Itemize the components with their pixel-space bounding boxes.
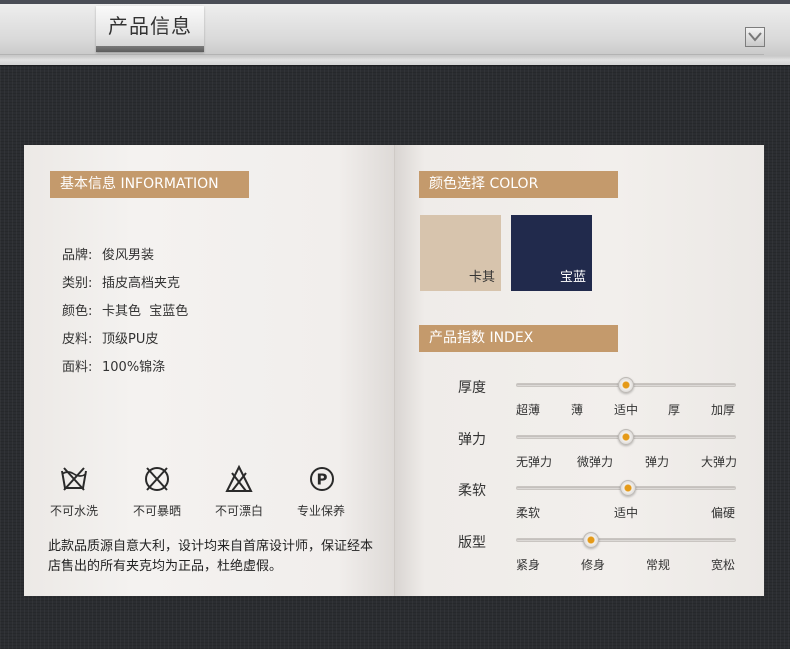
section-tab: 产品信息 — [96, 6, 204, 52]
spec-row-brand: 品牌: 俊风男装 — [62, 244, 154, 263]
section-title: 产品信息 — [108, 14, 192, 38]
swatch-label: 宝蓝 — [559, 270, 586, 285]
color-swatch-khaki[interactable]: 卡其 — [420, 215, 501, 291]
thickness-tick: 超薄 — [516, 403, 541, 417]
no-bleach-icon — [225, 464, 253, 492]
softness-tick: 适中 — [614, 506, 639, 520]
fit-knob — [582, 532, 599, 548]
spec-value: 顶级PU皮 — [102, 332, 159, 347]
spec-label: 品牌: — [62, 248, 93, 263]
thickness-knob — [618, 377, 634, 393]
header-divider — [0, 54, 764, 55]
index-label-elasticity: 弹力 — [458, 432, 486, 448]
softness-tick: 偏硬 — [711, 506, 736, 520]
spec-label: 皮料: — [62, 332, 93, 347]
index-label-fit: 版型 — [458, 535, 486, 551]
index-label-softness: 柔软 — [458, 483, 486, 499]
care-label-professional-care: 专业保养 — [296, 504, 345, 518]
spec-value: 插皮高档夹克 — [102, 276, 181, 291]
fit-tick: 宽松 — [711, 558, 736, 572]
elasticity-tick: 微弹力 — [577, 455, 614, 469]
svg-text:P: P — [317, 471, 328, 489]
spec-value: 100%锦涤 — [102, 360, 166, 375]
spec-row-fabric: 面料: 100%锦涤 — [62, 356, 165, 375]
index-heading: 产品指数 INDEX — [419, 325, 618, 352]
swatch-label: 卡其 — [468, 270, 495, 285]
info-heading: 基本信息 INFORMATION — [50, 171, 249, 198]
spec-row-category: 类别: 插皮高档夹克 — [62, 272, 180, 291]
spec-row-leather: 皮料: 顶级PU皮 — [62, 328, 158, 347]
professional-care-icon: P — [310, 467, 334, 491]
no-wash-icon — [61, 467, 87, 491]
fit-tick: 修身 — [581, 558, 606, 572]
spec-label: 颜色: — [62, 304, 93, 319]
color-swatch-royal-blue[interactable]: 宝蓝 — [511, 215, 592, 291]
no-tumble-dry-icon — [145, 467, 169, 491]
elasticity-tick: 大弹力 — [701, 455, 738, 469]
thickness-tick: 适中 — [614, 403, 639, 417]
authenticity-note: 此款品质源自意大利，设计均来自首席设计师，保证经本店售出的所有夹克均为正品，杜绝… — [48, 539, 374, 574]
index-label-thickness: 厚度 — [458, 380, 486, 396]
color-heading: 颜色选择 COLOR — [419, 171, 618, 198]
fit-track — [516, 538, 736, 542]
thickness-tick: 薄 — [571, 403, 584, 417]
header-bar: 产品信息 — [0, 0, 790, 66]
detail-card — [395, 145, 764, 596]
spec-row-color: 颜色: 卡其色 宝蓝色 — [62, 300, 188, 319]
care-label-no-wash: 不可水洗 — [49, 504, 98, 518]
spec-label: 类别: — [62, 276, 93, 291]
elasticity-tick: 弹力 — [645, 455, 670, 469]
care-label-no-bleach: 不可漂白 — [214, 504, 263, 518]
fit-tick: 紧身 — [516, 558, 541, 572]
elasticity-tick: 无弹力 — [516, 455, 553, 469]
spec-value: 卡其色 宝蓝色 — [102, 304, 189, 319]
spec-value: 俊风男装 — [102, 248, 155, 263]
spec-label: 面料: — [62, 360, 93, 375]
collapse-button[interactable] — [745, 27, 765, 47]
elasticity-knob — [618, 429, 634, 445]
card-fold — [394, 145, 395, 596]
care-label-no-tumble-dry: 不可暴晒 — [132, 504, 181, 518]
softness-tick: 柔软 — [516, 506, 541, 520]
thickness-tick: 厚 — [668, 403, 681, 417]
thickness-tick: 加厚 — [711, 403, 736, 417]
fit-tick: 常规 — [646, 558, 671, 572]
chevron-down-icon — [748, 32, 762, 42]
